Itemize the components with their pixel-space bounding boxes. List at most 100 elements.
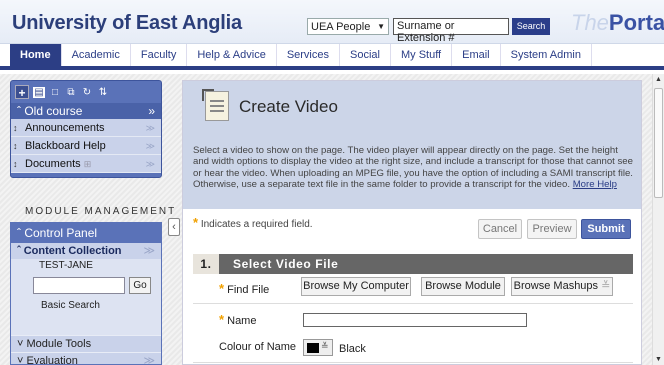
- module-tools-label: Module Tools: [26, 338, 92, 350]
- content-collection-body: Go Basic Search: [11, 273, 161, 335]
- folder-view-icon[interactable]: □: [49, 87, 61, 98]
- control-panel: ˆ Control Panel ˆ Content Collection ≫ T…: [10, 222, 162, 365]
- cancel-button[interactable]: Cancel: [478, 219, 522, 239]
- colour-label: Colour of Name: [219, 341, 297, 353]
- course-item-documents[interactable]: ↕ Documents ⊞ ≫: [11, 155, 161, 173]
- content-collection-header[interactable]: ˆ Content Collection ≫: [11, 243, 161, 259]
- chevron-down-icon: ▼: [377, 22, 385, 31]
- course-title-label: Old course: [24, 104, 83, 118]
- name-input[interactable]: [303, 313, 527, 327]
- university-title[interactable]: University of East Anglia: [12, 12, 242, 35]
- course-title[interactable]: ˆ Old course »: [11, 103, 161, 119]
- collection-search-input[interactable]: [33, 277, 125, 294]
- control-panel-header[interactable]: ˆ Control Panel: [11, 223, 161, 243]
- page-header: Create Video Select a video to show on t…: [183, 81, 641, 209]
- module-management-title: MODULE MANAGEMENT: [25, 206, 177, 217]
- search-input[interactable]: Surname or Extension #: [393, 18, 509, 44]
- drag-handle-icon[interactable]: ↕: [13, 137, 18, 155]
- document-edit-icon: [202, 89, 229, 121]
- tab-system-admin[interactable]: System Admin: [501, 44, 592, 66]
- options-icon[interactable]: ≫: [143, 353, 155, 365]
- tab-social[interactable]: Social: [340, 44, 391, 66]
- tab-help-advice[interactable]: Help & Advice: [187, 44, 277, 66]
- sort-icon[interactable]: ⇅: [97, 87, 109, 98]
- options-icon[interactable]: ≫: [146, 137, 155, 155]
- section-number: 1.: [193, 254, 219, 274]
- course-item-announcements[interactable]: ↕ Announcements ≫: [11, 119, 161, 137]
- find-file-text: Find File: [227, 284, 270, 296]
- content-collection-label: Content Collection: [23, 245, 122, 257]
- name-label: * Name: [219, 312, 256, 327]
- tab-faculty[interactable]: Faculty: [131, 44, 188, 66]
- list-view-icon[interactable]: ▤: [33, 86, 45, 98]
- browse-module-button[interactable]: Browse Module: [421, 277, 505, 296]
- site-header: University of East Anglia UEA People ▼ S…: [0, 0, 664, 44]
- divider: [193, 362, 633, 363]
- scroll-down-icon[interactable]: ▼: [655, 356, 662, 363]
- basic-search-link[interactable]: Basic Search: [11, 300, 161, 311]
- preview-button[interactable]: Preview: [527, 219, 577, 239]
- browse-mashups-label: Browse Mashups: [513, 280, 599, 292]
- drag-handle-icon[interactable]: ↕: [13, 119, 18, 137]
- page-instructions: Select a video to show on the page. The …: [193, 145, 633, 190]
- go-button[interactable]: Go: [129, 277, 151, 294]
- evaluation-label: Evaluation: [26, 355, 78, 365]
- portal-logo[interactable]: ThePortal: [571, 10, 664, 36]
- portal-logo-the: The: [571, 10, 609, 35]
- find-file-label: * Find File: [219, 281, 269, 296]
- add-menu-item-icon[interactable]: +: [15, 85, 29, 100]
- colour-value: Black: [339, 343, 366, 355]
- browse-my-computer-button[interactable]: Browse My Computer: [301, 277, 411, 296]
- more-help-link[interactable]: More Help: [573, 179, 617, 190]
- required-star-icon: *: [193, 215, 199, 230]
- main-nav: Home Academic Faculty Help & Advice Serv…: [0, 44, 664, 70]
- chevron-right-icon: »: [148, 104, 155, 118]
- people-select[interactable]: UEA People ▼: [307, 18, 389, 35]
- people-select-value: UEA People: [311, 20, 371, 33]
- section-header: 1. Select Video File: [193, 254, 633, 274]
- tab-email[interactable]: Email: [452, 44, 501, 66]
- module-tools-item[interactable]: ˅ Module Tools: [11, 335, 161, 352]
- required-note-text: Indicates a required field.: [200, 219, 313, 230]
- tab-home[interactable]: Home: [10, 44, 62, 66]
- scroll-thumb[interactable]: [654, 88, 663, 198]
- tab-services[interactable]: Services: [277, 44, 340, 66]
- evaluation-item[interactable]: ˅ Evaluation ≫: [11, 352, 161, 365]
- required-note: * Indicates a required field.: [193, 215, 313, 230]
- refresh-icon[interactable]: ↻: [81, 87, 93, 98]
- tab-my-stuff[interactable]: My Stuff: [391, 44, 453, 66]
- required-star-icon: *: [219, 281, 225, 296]
- chevron-down-icon: ≚: [321, 341, 329, 351]
- drag-handle-icon[interactable]: ↕: [13, 155, 18, 173]
- search-button[interactable]: Search: [512, 18, 550, 35]
- tab-academic[interactable]: Academic: [62, 44, 131, 66]
- scroll-up-icon[interactable]: ▲: [655, 76, 662, 83]
- course-toolbar: + ▤ □ ⧉ ↻ ⇅: [11, 81, 161, 103]
- course-item-blackboard-help[interactable]: ↕ Blackboard Help ≫: [11, 137, 161, 155]
- window-icon[interactable]: ⧉: [65, 87, 77, 98]
- submit-button[interactable]: Submit: [581, 219, 631, 239]
- name-label-text: Name: [227, 315, 257, 327]
- divider: [193, 303, 633, 304]
- course-item-label: Announcements: [25, 122, 105, 134]
- options-icon[interactable]: ≫: [143, 243, 155, 259]
- page-scrollbar[interactable]: ▲ ▼: [652, 74, 664, 365]
- required-star-icon: *: [219, 312, 225, 327]
- course-item-label: Blackboard Help: [25, 140, 106, 152]
- options-icon[interactable]: ≫: [146, 155, 155, 173]
- collapse-icon: ˆ: [17, 245, 24, 257]
- course-menu: + ▤ □ ⧉ ↻ ⇅ ˆ Old course » ↕ Announcemen…: [10, 80, 162, 178]
- collapse-sidebar-button[interactable]: ‹: [168, 218, 180, 236]
- control-panel-label: Control Panel: [24, 226, 98, 240]
- main-content: Create Video Select a video to show on t…: [182, 80, 642, 365]
- section-title: Select Video File: [233, 257, 339, 271]
- portal-logo-name: Portal: [608, 10, 664, 35]
- colour-swatch: [307, 343, 319, 353]
- browse-mashups-button[interactable]: Browse Mashups ≚: [511, 277, 613, 296]
- options-icon[interactable]: ≫: [146, 119, 155, 137]
- course-item-label: Documents: [25, 158, 81, 170]
- page-title: Create Video: [239, 97, 338, 116]
- colour-picker[interactable]: ≚: [303, 339, 333, 356]
- folder-icon: ⊞: [83, 159, 92, 169]
- content-collection-user[interactable]: TEST-JANE: [11, 259, 161, 273]
